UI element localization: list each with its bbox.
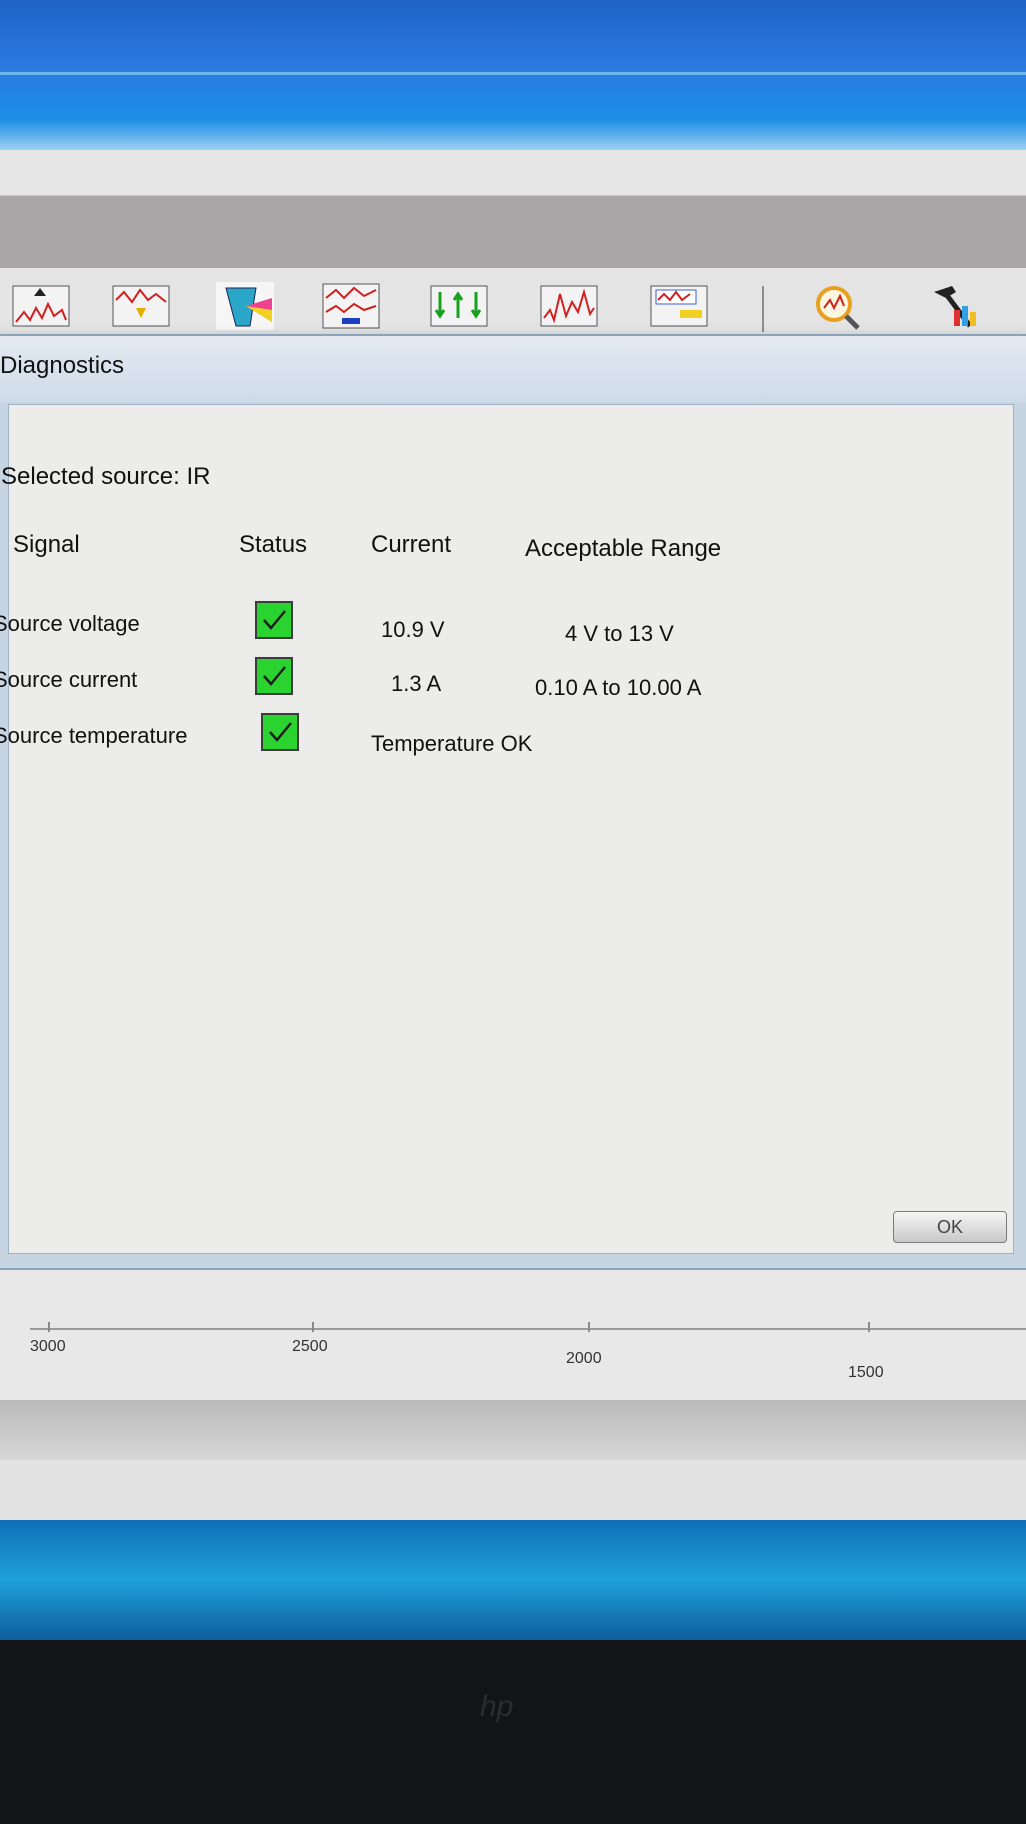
header-status: Status: [239, 531, 308, 558]
row-range: 0.10 A to 10.00 A: [535, 675, 702, 700]
dialog-title: Diagnostics: [0, 352, 125, 379]
check-icon: [263, 666, 286, 686]
peaks-icon[interactable]: [540, 282, 598, 330]
axis-line: [30, 1328, 1026, 1330]
desktop-background: [0, 1520, 1026, 1640]
row-signal: Source current: [0, 667, 138, 692]
screen: Diagnostics Selected source: IR Signal S…: [0, 0, 1026, 1640]
magnifier-icon[interactable]: [808, 282, 866, 330]
title-bar: [0, 0, 1026, 150]
row-signal: Source voltage: [0, 611, 140, 636]
ok-button[interactable]: OK: [893, 1211, 1007, 1243]
axis-tick: [312, 1322, 314, 1332]
display-icon[interactable]: [650, 282, 708, 330]
brand-logo: hp: [480, 1690, 514, 1723]
row-range: 4 V to 13 V: [565, 621, 674, 646]
status-ok-checkbox: [255, 601, 293, 639]
header-current: Current: [371, 531, 452, 558]
spectrum-axis: 3000 2500 2000 1500: [0, 1270, 1026, 1410]
menu-bar: [0, 150, 1026, 196]
axis-tick-label: 2000: [566, 1350, 602, 1367]
toolbar: [0, 268, 1026, 343]
scroll-area: [0, 1400, 1026, 1460]
arrows-icon[interactable]: [430, 282, 488, 330]
axis-tick-label: 2500: [292, 1338, 328, 1355]
status-ok-checkbox: [255, 657, 293, 695]
row-signal: Source temperature: [0, 723, 188, 748]
header-signal: Signal: [13, 531, 80, 558]
row-current: 1.3 A: [391, 671, 442, 696]
dialog-title-bar: Diagnostics: [0, 336, 1026, 402]
status-area: [0, 1460, 1026, 1520]
status-ok-checkbox: [261, 713, 299, 751]
axis-tick: [48, 1322, 50, 1332]
spectrum-down-icon[interactable]: [112, 282, 170, 330]
selected-source-label: Selected source: IR: [1, 463, 211, 490]
tools-icon[interactable]: [924, 282, 982, 330]
axis-tick-label: 3000: [30, 1338, 66, 1355]
header-strip: [0, 196, 1026, 268]
monitor-bezel: hp: [0, 1640, 1026, 1824]
dialog-body: Selected source: IR Signal Status Curren…: [0, 404, 1014, 1402]
header-range: Acceptable Range: [525, 535, 722, 562]
check-icon: [263, 610, 286, 630]
axis-tick-label: 1500: [848, 1364, 884, 1381]
overlay-icon[interactable]: [322, 282, 380, 330]
diagnostics-dialog: Diagnostics Selected source: IR Signal S…: [0, 334, 1026, 1402]
axis-tick: [868, 1322, 870, 1332]
axis-tick: [588, 1322, 590, 1332]
toolbar-separator: [762, 286, 764, 332]
check-icon: [269, 722, 292, 742]
spectrum-up-icon[interactable]: [12, 282, 70, 330]
row-current: Temperature OK: [371, 731, 533, 756]
prism-icon[interactable]: [216, 282, 274, 330]
row-current: 10.9 V: [381, 617, 445, 642]
